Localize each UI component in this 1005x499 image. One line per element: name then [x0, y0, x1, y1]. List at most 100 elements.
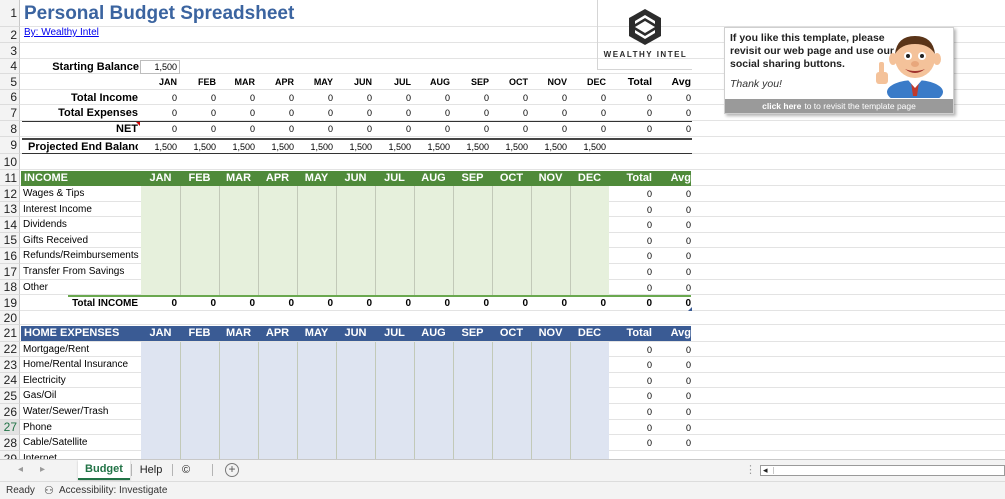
summary-value-cell[interactable]: 0: [531, 93, 567, 103]
row-header[interactable]: 10: [0, 154, 20, 170]
income-item-avg[interactable]: 0: [651, 189, 691, 199]
projected-value-cell[interactable]: 1,500: [414, 142, 450, 152]
income-total-value[interactable]: 0: [375, 298, 411, 309]
row-header[interactable]: 29: [0, 451, 20, 459]
income-item-avg[interactable]: 0: [651, 236, 691, 246]
summary-value-cell[interactable]: 0: [141, 108, 177, 118]
summary-value-cell[interactable]: 0: [531, 108, 567, 118]
summary-value-cell[interactable]: 0: [570, 108, 606, 118]
home-item-avg[interactable]: 0: [651, 438, 691, 448]
summary-total-cell[interactable]: 0: [612, 124, 652, 134]
projected-value-cell[interactable]: 1,500: [492, 142, 528, 152]
row-header[interactable]: 12: [0, 186, 20, 202]
income-total-value[interactable]: 0: [492, 298, 528, 309]
row-header[interactable]: 18: [0, 280, 20, 295]
page-title[interactable]: Personal Budget Spreadsheet: [24, 3, 294, 25]
projected-value-cell[interactable]: 1,500: [180, 142, 216, 152]
summary-value-cell[interactable]: 0: [492, 124, 528, 134]
summary-avg-cell[interactable]: 0: [651, 124, 691, 134]
summary-value-cell[interactable]: 0: [336, 124, 372, 134]
row-header[interactable]: 27: [0, 420, 20, 435]
income-total-total[interactable]: 0: [612, 298, 652, 309]
scroll-left-icon[interactable]: ◂: [763, 465, 768, 476]
summary-value-cell[interactable]: 0: [570, 93, 606, 103]
summary-value-cell[interactable]: 0: [531, 124, 567, 134]
add-sheet-icon[interactable]: +: [225, 463, 239, 477]
promo-box[interactable]: If you like this template, please revisi…: [724, 27, 954, 114]
income-total-value[interactable]: 0: [219, 298, 255, 309]
worksheet-grid[interactable]: 1 2 3 4 5 6 7 8 9 10 11 12 13 14 15 16 17 18 19 20 21 22 23 24 2…: [0, 0, 1005, 459]
home-item-avg[interactable]: 0: [651, 423, 691, 433]
row-header[interactable]: 22: [0, 342, 20, 357]
projected-value-cell[interactable]: 1,500: [375, 142, 411, 152]
row-header[interactable]: 16: [0, 248, 20, 264]
home-item-avg[interactable]: 0: [651, 345, 691, 355]
row-header[interactable]: 23: [0, 357, 20, 373]
row-header[interactable]: 20: [0, 311, 20, 325]
sheet-tab-2[interactable]: ©: [173, 460, 199, 480]
summary-total-cell[interactable]: 0: [612, 93, 652, 103]
row-header[interactable]: 15: [0, 233, 20, 248]
income-item-total[interactable]: 0: [612, 267, 652, 277]
projected-value-cell[interactable]: 1,500: [258, 142, 294, 152]
income-item-avg[interactable]: 0: [651, 251, 691, 261]
row-header[interactable]: 4: [0, 59, 20, 74]
summary-total-cell[interactable]: 0: [612, 108, 652, 118]
summary-value-cell[interactable]: 0: [570, 124, 606, 134]
row-header[interactable]: 21: [0, 325, 20, 342]
row-header[interactable]: 6: [0, 90, 20, 105]
horizontal-scrollbar[interactable]: ◂: [760, 465, 1005, 476]
summary-avg-cell[interactable]: 0: [651, 93, 691, 103]
home-item-total[interactable]: 0: [612, 360, 652, 370]
promo-link-button[interactable]: click here to to revisit the template pa…: [725, 99, 953, 113]
projected-value-cell[interactable]: 1,500: [570, 142, 606, 152]
accessibility-status[interactable]: Accessibility: Investigate: [59, 485, 167, 496]
summary-value-cell[interactable]: 0: [180, 124, 216, 134]
summary-value-cell[interactable]: 0: [219, 93, 255, 103]
income-total-avg[interactable]: 0: [651, 298, 691, 309]
income-total-value[interactable]: 0: [297, 298, 333, 309]
summary-avg-cell[interactable]: 0: [651, 108, 691, 118]
home-item-avg[interactable]: 0: [651, 360, 691, 370]
row-header[interactable]: 8: [0, 121, 20, 137]
summary-value-cell[interactable]: 0: [453, 108, 489, 118]
income-item-total[interactable]: 0: [612, 283, 652, 293]
row-header[interactable]: 11: [0, 170, 20, 186]
row-header[interactable]: 5: [0, 74, 20, 90]
projected-value-cell[interactable]: 1,500: [453, 142, 489, 152]
income-total-value[interactable]: 0: [414, 298, 450, 309]
projected-value-cell[interactable]: 1,500: [219, 142, 255, 152]
income-item-avg[interactable]: 0: [651, 205, 691, 215]
home-item-total[interactable]: 0: [612, 345, 652, 355]
row-header[interactable]: 19: [0, 295, 20, 311]
summary-value-cell[interactable]: 0: [492, 108, 528, 118]
starting-balance-input[interactable]: 1,500: [140, 60, 180, 74]
income-total-value[interactable]: 0: [141, 298, 177, 309]
income-total-value[interactable]: 0: [258, 298, 294, 309]
summary-value-cell[interactable]: 0: [336, 108, 372, 118]
summary-value-cell[interactable]: 0: [258, 124, 294, 134]
row-header[interactable]: 14: [0, 217, 20, 233]
sheet-tab-1[interactable]: Help: [131, 460, 171, 480]
home-item-avg[interactable]: 0: [651, 407, 691, 417]
summary-value-cell[interactable]: 0: [180, 93, 216, 103]
row-header[interactable]: 13: [0, 202, 20, 217]
income-item-total[interactable]: 0: [612, 189, 652, 199]
income-item-avg[interactable]: 0: [651, 267, 691, 277]
row-header[interactable]: 3: [0, 43, 20, 59]
next-sheet-icon[interactable]: ▸: [40, 464, 45, 475]
summary-value-cell[interactable]: 0: [258, 108, 294, 118]
row-header[interactable]: 28: [0, 435, 20, 451]
summary-value-cell[interactable]: 0: [414, 108, 450, 118]
summary-value-cell[interactable]: 0: [375, 108, 411, 118]
home-item-total[interactable]: 0: [612, 376, 652, 386]
income-total-value[interactable]: 0: [336, 298, 372, 309]
summary-value-cell[interactable]: 0: [180, 108, 216, 118]
income-total-value[interactable]: 0: [453, 298, 489, 309]
sheet-tab-0[interactable]: Budget: [78, 460, 130, 480]
projected-value-cell[interactable]: 1,500: [141, 142, 177, 152]
summary-value-cell[interactable]: 0: [414, 93, 450, 103]
home-item-total[interactable]: 0: [612, 407, 652, 417]
projected-value-cell[interactable]: 1,500: [531, 142, 567, 152]
income-item-total[interactable]: 0: [612, 236, 652, 246]
